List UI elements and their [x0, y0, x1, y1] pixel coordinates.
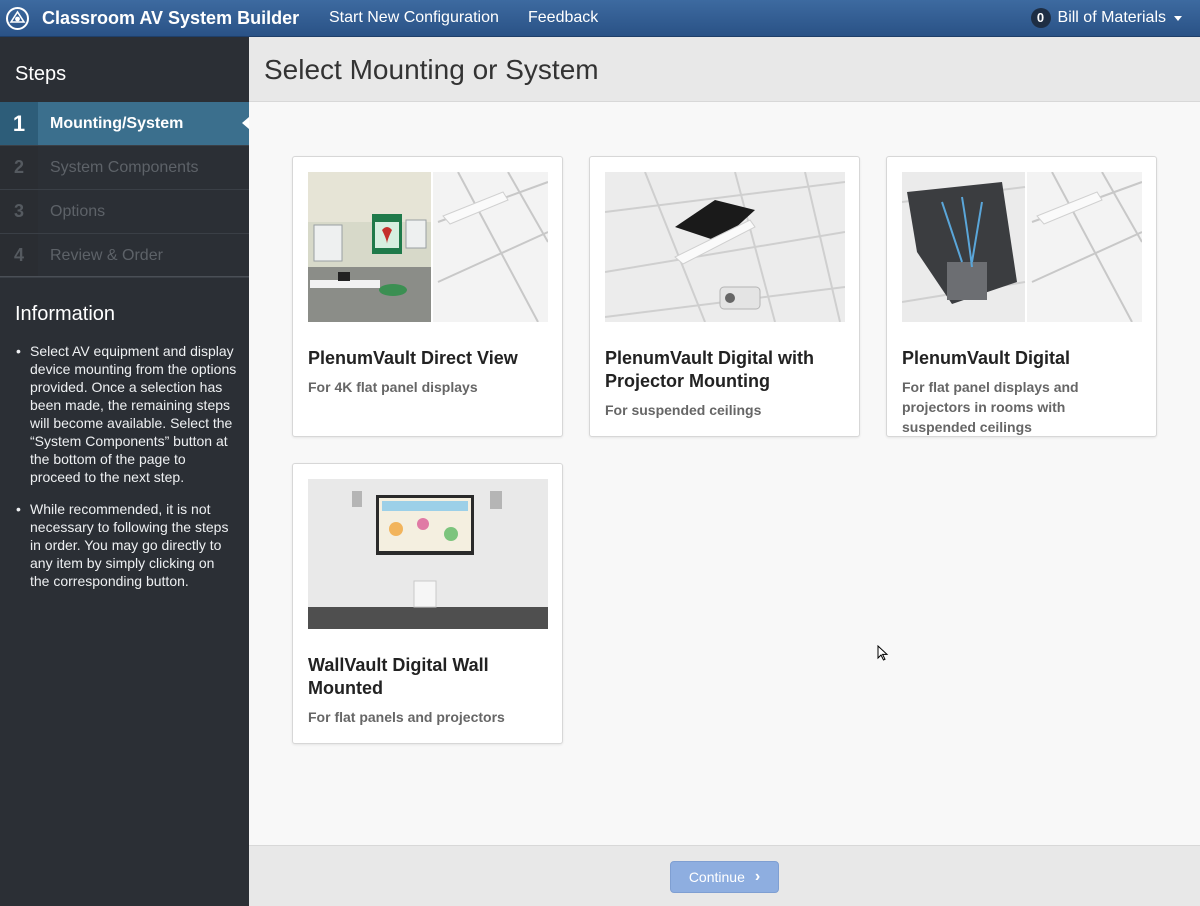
- card-plenumvault-digital[interactable]: PlenumVault Digital For flat panel displ…: [886, 156, 1157, 437]
- information-item: While recommended, it is not necessary t…: [15, 500, 237, 590]
- mouse-cursor-icon: [877, 645, 889, 661]
- footer-bar: Continue ›: [249, 845, 1200, 906]
- step-number: 4: [0, 234, 38, 277]
- bom-count-badge: 0: [1030, 8, 1051, 28]
- main-header: Select Mounting or System: [249, 37, 1200, 102]
- product-image: [902, 172, 1142, 322]
- step-number: 1: [0, 102, 38, 145]
- card-title-text: WallVault Digital Wall Mounted: [308, 655, 489, 698]
- step-label: System Components: [50, 158, 199, 176]
- step-system-components[interactable]: 2 System Components: [0, 146, 249, 190]
- caret-down-icon: [1174, 15, 1182, 21]
- step-label: Mounting/System: [50, 114, 184, 132]
- card-description: For flat panel displays and projectors i…: [902, 379, 1079, 435]
- continue-button[interactable]: Continue ›: [670, 861, 779, 893]
- step-label: Review & Order: [50, 246, 163, 264]
- top-navbar: Classroom AV System Builder Start New Co…: [0, 0, 1200, 37]
- product-image: [605, 172, 845, 322]
- chevron-right-icon: ›: [754, 868, 761, 885]
- card-description: For 4K flat panel displays: [308, 379, 478, 395]
- bom-label: Bill of Materials: [1057, 9, 1166, 26]
- step-options[interactable]: 3 Options: [0, 190, 249, 234]
- feedback-link[interactable]: Feedback: [528, 0, 598, 36]
- bill-of-materials-dropdown[interactable]: 0 Bill of Materials: [1030, 0, 1182, 36]
- step-number: 3: [0, 190, 38, 233]
- information-heading: Information: [15, 303, 116, 325]
- card-title: PlenumVault Direct View For 4K flat pane…: [308, 347, 548, 397]
- step-label: Options: [50, 202, 106, 220]
- card-wallvault-digital-wall-mounted[interactable]: WallVault Digital Wall Mounted For flat …: [292, 463, 563, 744]
- app-title[interactable]: Classroom AV System Builder: [42, 0, 299, 36]
- step-number: 2: [0, 146, 38, 189]
- card-title-text: PlenumVault Digital with Projector Mount…: [605, 348, 815, 391]
- information-item: Select AV equipment and display device m…: [15, 342, 237, 486]
- sidebar-divider: [0, 276, 249, 277]
- steps-heading: Steps: [15, 63, 67, 85]
- continue-label: Continue: [688, 869, 745, 885]
- product-image: [308, 172, 548, 322]
- card-title-text: PlenumVault Digital: [902, 348, 1071, 368]
- card-description: For flat panels and projectors: [308, 709, 505, 725]
- step-mounting-system[interactable]: 1 Mounting/System: [0, 102, 249, 146]
- page-title: Select Mounting or System: [264, 54, 599, 85]
- step-review-order[interactable]: 4 Review & Order: [0, 234, 249, 278]
- sidebar: Steps 1 Mounting/System 2 System Compone…: [0, 37, 249, 906]
- card-title: WallVault Digital Wall Mounted For flat …: [308, 654, 548, 727]
- product-image: [308, 479, 548, 629]
- card-plenumvault-digital-projector[interactable]: PlenumVault Digital with Projector Mount…: [589, 156, 860, 437]
- card-plenumvault-direct-view[interactable]: PlenumVault Direct View For 4K flat pane…: [292, 156, 563, 437]
- card-title: PlenumVault Digital with Projector Mount…: [605, 347, 845, 420]
- card-title: PlenumVault Digital For flat panel displ…: [902, 347, 1142, 437]
- information-list: Select AV equipment and display device m…: [15, 342, 237, 604]
- start-new-configuration-link[interactable]: Start New Configuration: [329, 0, 499, 36]
- card-title-text: PlenumVault Direct View: [308, 348, 518, 368]
- logo-icon[interactable]: [5, 6, 30, 31]
- card-description: For suspended ceilings: [605, 402, 762, 418]
